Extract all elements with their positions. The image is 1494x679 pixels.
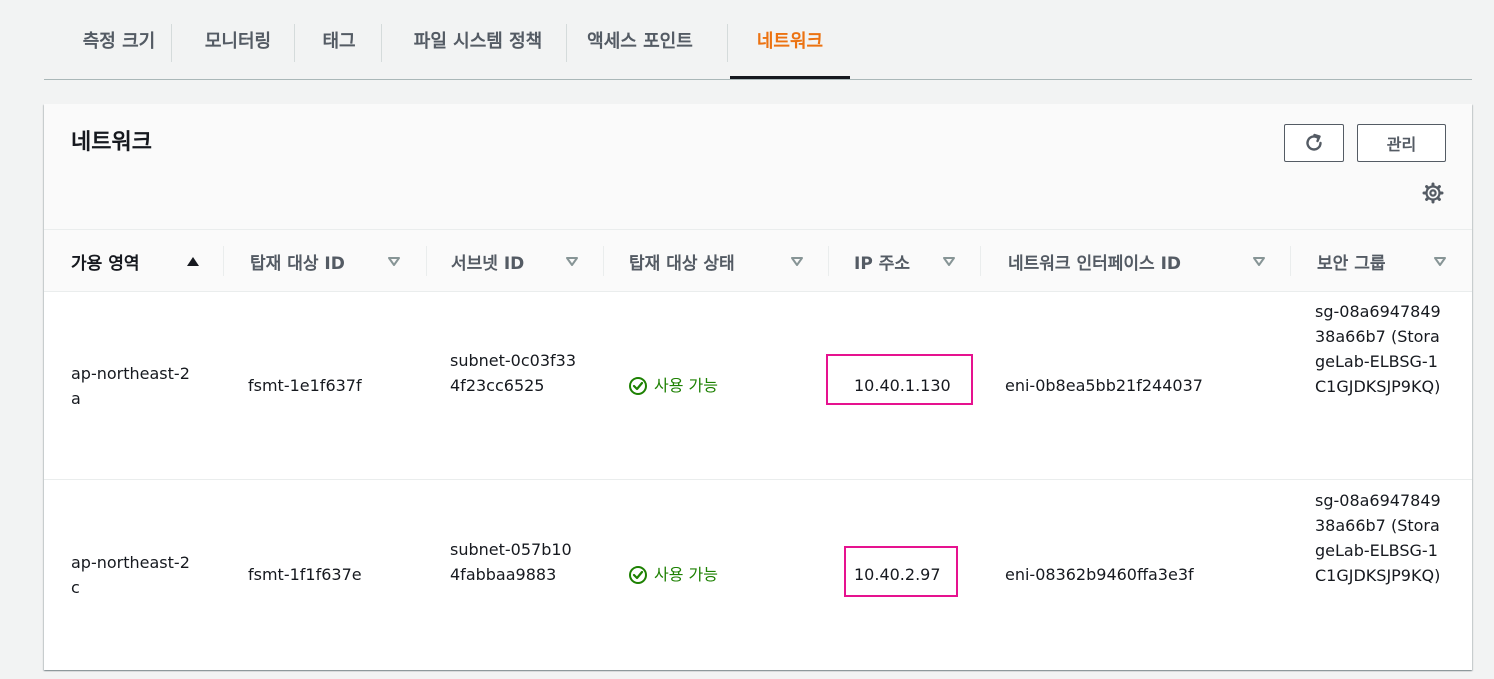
sort-asc-icon[interactable]	[185, 254, 201, 268]
sort-desc-icon[interactable]	[941, 254, 957, 268]
column-label: 서브넷 ID	[451, 253, 525, 274]
cell-az: ap-northeast-2c	[71, 553, 190, 597]
column-label: 탑재 대상 상태	[629, 253, 735, 274]
cell-mount-target-id: fsmt-1e1f637f	[248, 376, 362, 395]
table-row: ap-northeast-2c fsmt-1f1f637e subnet-057…	[44, 480, 1472, 670]
column-label: IP 주소	[854, 253, 910, 274]
status-ok-icon	[629, 565, 647, 584]
column-header-mount-target-id[interactable]: 탑재 대상 ID	[250, 230, 390, 292]
column-header-eni-id[interactable]: 네트워크 인터페이스 ID	[1008, 230, 1208, 292]
tab-divider	[294, 24, 295, 62]
panel-title: 네트워크	[71, 130, 152, 155]
panel-header: 네트워크 관리	[44, 104, 1472, 230]
cell-security-group: sg-08a694784938a66b7 (StorageLab-ELBSG-1…	[1315, 302, 1441, 396]
cell-az: ap-northeast-2a	[71, 364, 190, 408]
status-ok-icon	[629, 376, 647, 395]
refresh-icon	[1306, 133, 1322, 151]
sort-desc-icon[interactable]	[386, 254, 402, 268]
cell-eni-id: eni-08362b9460ffa3e3f	[1005, 565, 1194, 584]
column-header-security-group[interactable]: 보안 그룹	[1317, 230, 1407, 292]
column-label: 네트워크 인터페이스 ID	[1008, 253, 1182, 274]
sort-desc-icon[interactable]	[789, 254, 805, 268]
column-divider	[223, 246, 224, 276]
table-row: ap-northeast-2a fsmt-1e1f637f subnet-0c0…	[44, 292, 1472, 480]
cell-ip-address: 10.40.1.130	[854, 376, 951, 395]
cell-eni-id: eni-0b8ea5bb21f244037	[1005, 376, 1203, 395]
tab-metrics[interactable]: 측정 크기	[68, 0, 170, 80]
cell-status: 사용 가능	[628, 373, 768, 398]
column-header-ip-address[interactable]: IP 주소	[854, 230, 944, 292]
cell-ip-address: 10.40.2.97	[854, 565, 941, 584]
sort-desc-icon[interactable]	[1251, 254, 1267, 268]
column-label: 탑재 대상 ID	[250, 253, 345, 274]
tab-divider	[381, 24, 382, 62]
column-divider	[980, 246, 981, 276]
column-divider	[426, 246, 427, 276]
column-label: 보안 그룹	[1317, 253, 1386, 274]
tab-network[interactable]: 네트워크	[730, 0, 850, 80]
cell-subnet-id: subnet-0c03f334f23cc6525	[450, 351, 576, 395]
column-divider	[603, 246, 604, 276]
tab-divider	[171, 24, 172, 62]
status-label: 사용 가능	[654, 376, 718, 395]
column-divider	[1290, 246, 1291, 276]
tab-monitoring[interactable]: 모니터링	[182, 0, 294, 80]
tab-bar: 측정 크기 모니터링 태그 파일 시스템 정책 액세스 포인트 네트워크	[44, 0, 1472, 80]
table-header: 가용 영역 탑재 대상 ID 서브넷 ID 탑재 대상 상태 IP 주소 네트워…	[44, 230, 1472, 292]
tab-tags[interactable]: 태그	[306, 0, 372, 80]
cell-subnet-id: subnet-057b104fabbaa9883	[450, 540, 572, 584]
cell-status: 사용 가능	[628, 562, 768, 587]
tab-divider	[566, 24, 567, 62]
tab-access-points[interactable]: 액세스 포인트	[576, 0, 704, 80]
cell-security-group: sg-08a694784938a66b7 (StorageLab-ELBSG-1…	[1315, 491, 1441, 585]
status-label: 사용 가능	[654, 565, 718, 584]
sort-desc-icon[interactable]	[1432, 254, 1448, 268]
sort-desc-icon[interactable]	[564, 254, 580, 268]
manage-button[interactable]: 관리	[1357, 124, 1446, 162]
cell-mount-target-id: fsmt-1f1f637e	[248, 565, 362, 584]
tab-divider	[727, 24, 728, 62]
column-label: 가용 영역	[71, 253, 140, 274]
column-header-subnet-id[interactable]: 서브넷 ID	[451, 230, 571, 292]
active-tab-indicator	[730, 76, 850, 79]
tab-file-system-policy[interactable]: 파일 시스템 정책	[392, 0, 564, 80]
column-divider	[828, 246, 829, 276]
gear-icon[interactable]	[1422, 182, 1444, 204]
network-panel: 네트워크 관리 가용 영역 탑재 대상 ID 서브넷 ID 탑재 대상 상태 I…	[44, 104, 1472, 670]
column-header-status[interactable]: 탑재 대상 상태	[629, 230, 779, 292]
refresh-button[interactable]	[1284, 124, 1344, 162]
